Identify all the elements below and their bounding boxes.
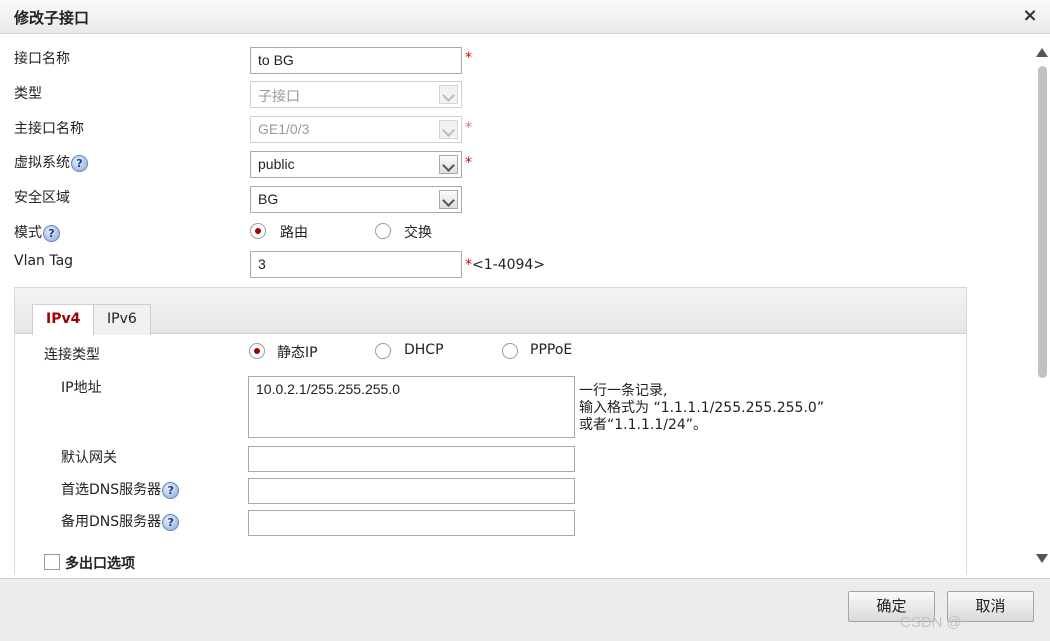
interface-name-input[interactable]: to BG — [250, 47, 462, 74]
ip-address-label: IP地址 — [61, 380, 102, 396]
interface-name-label: 接口名称 — [14, 51, 70, 67]
gateway-input[interactable] — [248, 446, 575, 472]
zone-select-value: BG — [258, 191, 279, 207]
conn-static-label[interactable]: 静态IP — [277, 342, 318, 362]
connection-type-label: 连接类型 — [44, 347, 100, 363]
ip-address-hint: 一行一条记录, 输入格式为 “1.1.1.1/255.255.255.0” 或者… — [579, 383, 824, 434]
scroll-up-icon[interactable] — [1036, 48, 1048, 57]
conn-dhcp-radio[interactable] — [375, 343, 391, 359]
zone-select[interactable]: BG — [250, 186, 462, 213]
mode-switch-radio[interactable] — [375, 223, 391, 239]
vlan-tag-range: <1-4094> — [472, 257, 546, 273]
help-icon[interactable]: ? — [43, 224, 60, 242]
conn-dhcp-label[interactable]: DHCP — [404, 342, 444, 358]
ip-address-textarea[interactable]: 10.0.2.1/255.255.255.0 — [248, 376, 575, 438]
mode-label: 模式? — [14, 222, 60, 242]
required-mark: * — [465, 155, 472, 171]
vsys-label-text: 虚拟系统 — [14, 155, 70, 171]
dialog-titlebar: 修改子接口 × — [0, 0, 1050, 34]
dialog-footer: 确定 取消 — [0, 578, 1050, 641]
dns-backup-input[interactable] — [248, 510, 575, 536]
scroll-down-icon[interactable] — [1036, 554, 1048, 563]
close-icon[interactable]: × — [1022, 5, 1038, 26]
type-select: 子接口 — [250, 81, 462, 108]
chevron-down-icon[interactable] — [439, 155, 458, 174]
dialog-title: 修改子接口 — [14, 9, 90, 27]
conn-pppoe-label[interactable]: PPPoE — [530, 342, 572, 358]
mode-route-radio[interactable] — [250, 223, 266, 239]
dns-primary-label-text: 首选DNS服务器 — [61, 482, 162, 498]
dialog-content: 接口名称 to BG * 类型 子接口 主接口名称 GE1/0/3 * 虚拟系统… — [0, 35, 1034, 575]
dns-backup-label: 备用DNS服务器? — [61, 511, 180, 531]
chevron-down-icon — [439, 85, 458, 104]
dns-backup-label-text: 备用DNS服务器 — [61, 514, 162, 530]
watermark: CSDN @ — [900, 614, 962, 631]
content-scrollbar[interactable] — [1034, 40, 1050, 570]
ip-settings-panel: IPv4 IPv6 连接类型 静态IP DHCP PPPoE IP地址 10.0… — [14, 287, 967, 575]
vlan-tag-input[interactable]: 3 — [250, 251, 462, 278]
vlan-tag-label: Vlan Tag — [14, 253, 74, 269]
help-icon[interactable]: ? — [162, 513, 180, 531]
type-select-value: 子接口 — [258, 88, 300, 104]
multi-egress-checkbox[interactable] — [44, 554, 60, 570]
dns-primary-label: 首选DNS服务器? — [61, 479, 180, 499]
help-icon[interactable]: ? — [71, 154, 88, 172]
gateway-label: 默认网关 — [61, 450, 117, 466]
ip-hint-line: 或者“1.1.1.1/24”。 — [579, 417, 708, 433]
main-interface-label: 主接口名称 — [14, 121, 84, 137]
ip-tabstrip: IPv4 IPv6 — [15, 288, 966, 335]
chevron-down-icon[interactable] — [439, 190, 458, 209]
help-icon[interactable]: ? — [162, 481, 180, 499]
mode-route-label[interactable]: 路由 — [280, 222, 308, 242]
tab-ipv4[interactable]: IPv4 — [32, 304, 95, 335]
type-label: 类型 — [14, 86, 42, 102]
mode-label-text: 模式 — [14, 225, 42, 241]
required-mark: * — [465, 50, 472, 66]
vsys-select-value: public — [258, 156, 295, 172]
conn-static-radio[interactable] — [249, 343, 265, 359]
zone-label: 安全区域 — [14, 190, 70, 206]
multi-egress-label[interactable]: 多出口选项 — [65, 553, 135, 573]
chevron-down-icon — [439, 120, 458, 139]
ip-hint-line: 一行一条记录, — [579, 383, 668, 399]
mode-switch-label[interactable]: 交换 — [404, 222, 432, 242]
tab-ipv6[interactable]: IPv6 — [93, 304, 151, 335]
required-mark: * — [465, 120, 472, 136]
scroll-thumb[interactable] — [1038, 66, 1047, 378]
dns-primary-input[interactable] — [248, 478, 575, 504]
conn-pppoe-radio[interactable] — [502, 343, 518, 359]
vsys-select[interactable]: public — [250, 151, 462, 178]
main-interface-select: GE1/0/3 — [250, 116, 462, 143]
main-interface-value: GE1/0/3 — [258, 121, 310, 137]
ip-hint-line: 输入格式为 “1.1.1.1/255.255.255.0” — [579, 400, 825, 416]
vlan-tag-hint: *<1-4094> — [465, 257, 546, 273]
vsys-label: 虚拟系统? — [14, 152, 88, 172]
